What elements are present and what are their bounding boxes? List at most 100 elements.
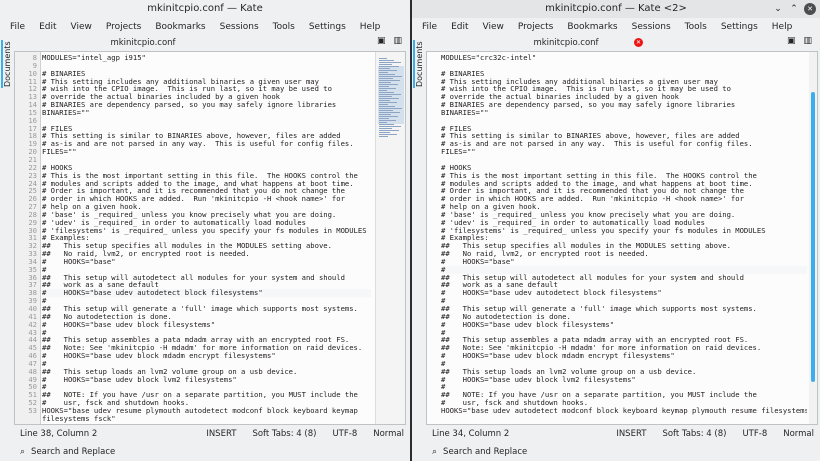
code-line[interactable]: # BINARIES are dependency parsed, so you… [441,101,807,109]
encoding-setting[interactable]: UTF-8 [332,429,357,439]
code-line[interactable]: # 'filesystems' is _required_ unless you… [42,226,371,235]
code-area[interactable]: MODULES="intel_agp i915" # BINARIES # This… [42,54,371,424]
documents-tab[interactable]: Documents [413,40,425,88]
menu-sessions[interactable]: Sessions [626,22,679,32]
cursor-position[interactable]: Line 38, Column 2 [20,429,97,439]
minimap-line [379,108,402,109]
code-line[interactable]: # HOOKS="base udev autodetect block file… [42,289,371,298]
menu-help[interactable]: Help [354,22,389,32]
editor-view[interactable]: MODULES="crc32c-intel" # BINARIES # This s… [426,51,818,425]
minimap-line [379,126,401,127]
code-line[interactable]: # HOOKS="base" [42,258,371,266]
code-line[interactable] [441,117,807,125]
code-line[interactable]: FILES="" [42,148,371,156]
indentation-setting[interactable]: Soft Tabs: 4 (8) [252,429,316,439]
minimap-line [379,86,389,87]
code-line[interactable] [42,62,371,70]
code-line[interactable] [42,117,371,125]
menu-bookmarks[interactable]: Bookmarks [149,22,213,32]
code-line[interactable]: FILES="" [441,148,807,156]
minimap-scrollbar[interactable] [375,52,405,424]
minimap-line [379,84,398,85]
window-controls: ⌄ ⌃ ✕ [772,0,816,15]
tab-close-icon[interactable]: ✕ [634,38,643,47]
code-line[interactable]: # BINARIES are dependency parsed, so you… [42,101,371,109]
minimap-line [379,96,392,97]
editor-view[interactable]: 8 9 10 11 12 13 14 15 16 17 18 19 20 21 22 23 24 25 26 27 28… [14,51,406,425]
menu-edit[interactable]: Edit [33,22,64,32]
code-line[interactable]: # HOOKS="base" [441,258,807,266]
encoding-setting[interactable]: UTF-8 [742,429,767,439]
menu-view[interactable]: View [65,22,100,32]
close-icon[interactable]: ✕ [804,3,816,15]
menu-file[interactable]: File [416,22,445,32]
code-line[interactable]: # HOOKS="base udev block lvm2 filesystem… [441,375,807,384]
code-line[interactable]: # HOOKS="base udev block mdadm encrypt f… [42,352,371,360]
title-bar[interactable]: mkinitcpio.conf — Kate [0,0,410,18]
syntax-mode[interactable]: Normal [373,429,404,439]
input-mode[interactable]: INSERT [616,429,646,439]
kate-window-right: mkinitcpio.conf — Kate <2> ⌄ ⌃ ✕ File Ed… [412,0,820,461]
search-bar: ⌕ Search and Replace [0,443,410,461]
tab-mkinitcpio[interactable]: mkinitcpio.conf ✕ [486,36,646,50]
code-line[interactable]: # as-is and are not parsed in any way. T… [42,140,371,148]
documents-tab[interactable]: Documents [1,40,13,88]
menu-help[interactable]: Help [766,22,801,32]
menu-view[interactable]: View [477,22,512,32]
menu-projects[interactable]: Projects [512,22,561,32]
new-tab-icon[interactable]: ▣ [377,36,386,50]
menu-projects[interactable]: Projects [100,22,149,32]
minimap-line [379,98,399,99]
window-title: mkinitcpio.conf — Kate <2> [545,3,687,14]
menu-tools[interactable]: Tools [267,22,303,32]
tab-bar-buttons: ▣ ▥ [787,36,812,50]
search-replace-label[interactable]: Search and Replace [443,447,527,457]
code-line[interactable] [42,156,371,164]
indentation-setting[interactable]: Soft Tabs: 4 (8) [662,429,726,439]
input-mode[interactable]: INSERT [206,429,236,439]
split-view-icon[interactable]: ▥ [393,36,402,50]
code-line[interactable]: filesystems fsck" [42,414,371,423]
menu-settings[interactable]: Settings [715,22,766,32]
search-icon: ⌕ [432,447,438,457]
title-bar[interactable]: mkinitcpio.conf — Kate <2> ⌄ ⌃ ✕ [412,0,820,18]
maximize-icon[interactable]: ⌃ [788,3,800,15]
code-line[interactable]: # 'filesystems' is _required_ unless you… [441,226,807,235]
code-line[interactable] [441,62,807,70]
code-line[interactable]: # HOOKS="base udev block filesystems" [42,320,371,329]
code-line[interactable]: MODULES="intel_agp i915" [42,54,371,62]
new-tab-icon[interactable]: ▣ [787,36,796,50]
vertical-scrollbar[interactable] [809,52,817,424]
menu-edit[interactable]: Edit [445,22,476,32]
menu-file[interactable]: File [4,22,33,32]
menu-bookmarks[interactable]: Bookmarks [561,22,625,32]
menu-sessions[interactable]: Sessions [214,22,267,32]
code-line[interactable]: # HOOKS="base udev block filesystems" [441,320,807,329]
code-line[interactable]: # HOOKS="base udev block lvm2 filesystem… [42,375,371,384]
split-view-icon[interactable]: ▥ [803,36,812,50]
minimap-line [379,110,393,111]
menu-tools[interactable]: Tools [679,22,715,32]
scrollbar-thumb[interactable] [811,92,815,382]
minimap-line [379,100,390,101]
code-line[interactable]: MODULES="crc32c-intel" [441,54,807,62]
minimap-line [379,82,391,83]
menu-bar: File Edit View Projects Bookmarks Sessio… [0,18,410,36]
syntax-mode[interactable]: Normal [783,429,814,439]
code-line[interactable]: # HOOKS="base udev autodetect block file… [441,289,807,297]
code-line[interactable]: HOOKS="base udev autodetect modconf bloc… [441,407,807,415]
code-line[interactable]: # as-is and are not parsed in any way. T… [441,140,807,148]
search-replace-label[interactable]: Search and Replace [31,447,115,457]
tab-mkinitcpio[interactable]: mkinitcpio.conf [78,36,208,50]
code-area[interactable]: MODULES="crc32c-intel" # BINARIES # This s… [441,54,807,424]
code-line[interactable]: BINARIES="" [441,109,807,117]
code-line[interactable]: # HOOKS="base udev block mdadm encrypt f… [441,352,807,360]
cursor-position[interactable]: Line 34, Column 2 [432,429,509,439]
code-line[interactable] [441,156,807,164]
menu-settings[interactable]: Settings [303,22,354,32]
status-bar: Line 34, Column 2 INSERT Soft Tabs: 4 (8… [412,425,820,443]
tab-bar: mkinitcpio.conf [78,36,208,50]
menu-bar: File Edit View Projects Bookmarks Sessio… [412,18,820,36]
code-line[interactable]: BINARIES="" [42,109,371,117]
minimize-icon[interactable]: ⌄ [772,3,784,15]
